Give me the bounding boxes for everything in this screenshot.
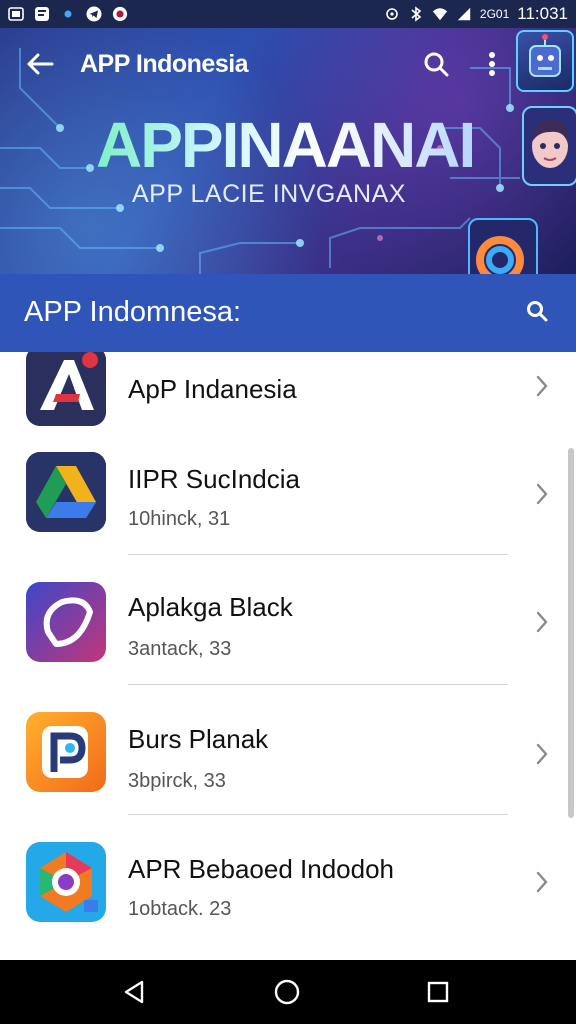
nav-home-button[interactable] bbox=[269, 974, 305, 1010]
app-meta: 1obtack. 23 bbox=[128, 898, 232, 920]
app-name: IIPR SucIndcia bbox=[128, 464, 300, 494]
list-item[interactable]: ApP Indanesia bbox=[0, 352, 576, 442]
dot-icon bbox=[60, 6, 76, 22]
search-icon bbox=[424, 52, 449, 77]
robot-illustration bbox=[516, 30, 574, 92]
nav-back-button[interactable] bbox=[116, 974, 152, 1010]
triangle-back-icon bbox=[124, 980, 144, 1004]
app-shape-icon bbox=[26, 582, 106, 662]
app-bar-title: APP Indonesia bbox=[80, 50, 249, 78]
app-name: ApP Indanesia bbox=[128, 374, 297, 404]
search-icon bbox=[527, 301, 548, 322]
status-left-icons bbox=[8, 6, 128, 22]
list-item[interactable]: Aplakga Black 3antack, 33 bbox=[0, 580, 576, 686]
list-item[interactable]: APR Bebaoed Indodoh 1obtack. 23 bbox=[0, 840, 576, 946]
more-vertical-icon bbox=[489, 52, 495, 76]
square-recents-icon bbox=[427, 981, 449, 1003]
hero-subtitle: APP LACIE INVGANAX bbox=[132, 180, 406, 208]
signal-icon bbox=[456, 6, 472, 22]
logo-ring-illustration bbox=[468, 218, 538, 274]
chevron-right-icon bbox=[528, 608, 556, 636]
notification-icon bbox=[34, 6, 50, 22]
app-meta: 3antack, 33 bbox=[128, 638, 232, 660]
avatar-illustration bbox=[522, 106, 576, 186]
chevron-right-icon bbox=[528, 868, 556, 896]
vibrate-icon bbox=[384, 6, 400, 22]
section-header: APP Indomnesa: bbox=[0, 274, 576, 352]
list-item[interactable]: Burs Planak 3bpirck, 33 bbox=[0, 710, 576, 816]
scrollbar[interactable] bbox=[568, 448, 574, 818]
circle-home-icon bbox=[274, 979, 300, 1005]
chevron-right-icon bbox=[528, 480, 556, 508]
app-name: Burs Planak bbox=[128, 724, 269, 754]
app-meta: 10hinck, 31 bbox=[128, 508, 231, 530]
app-list: ApP Indanesia IIPR SucIndcia 10hinck, 31… bbox=[0, 352, 576, 960]
more-options-button[interactable] bbox=[476, 46, 508, 82]
nav-recents-button[interactable] bbox=[420, 974, 456, 1010]
search-button[interactable] bbox=[418, 46, 454, 82]
back-button[interactable] bbox=[22, 46, 58, 82]
app-drive-icon bbox=[26, 452, 106, 532]
app-name: Aplakga Black bbox=[128, 592, 293, 622]
section-title: APP Indomnesa: bbox=[24, 296, 242, 328]
app-camera-icon bbox=[26, 842, 106, 922]
telegram-icon bbox=[86, 6, 102, 22]
app-p-icon bbox=[26, 712, 106, 792]
app-a-icon bbox=[26, 352, 106, 426]
status-right-icons: 2G01 11:03 1 bbox=[384, 4, 568, 24]
status-time: 11:03 bbox=[517, 4, 559, 23]
record-icon bbox=[112, 6, 128, 22]
section-search-button[interactable] bbox=[520, 294, 554, 328]
hero-banner: APP Indonesia APPINAANAI APP LACIE INVGA… bbox=[0, 28, 576, 274]
status-bar: 2G01 11:03 1 bbox=[0, 0, 576, 28]
hero-headline: APPINAANAI bbox=[96, 109, 476, 181]
app-name: APR Bebaoed Indodoh bbox=[128, 854, 394, 884]
status-time-suffix: 1 bbox=[558, 4, 568, 23]
wifi-icon bbox=[432, 6, 448, 22]
navigation-bar bbox=[0, 960, 576, 1024]
divider bbox=[128, 684, 508, 685]
list-item[interactable]: IIPR SucIndcia 10hinck, 31 bbox=[0, 450, 576, 556]
divider bbox=[128, 814, 508, 815]
chevron-right-icon bbox=[528, 740, 556, 768]
divider bbox=[128, 554, 508, 555]
bluetooth-icon bbox=[408, 6, 424, 22]
app-meta: 3bpirck, 33 bbox=[128, 770, 226, 792]
network-label: 2G01 bbox=[479, 7, 510, 21]
chevron-right-icon bbox=[528, 372, 556, 400]
sim-icon bbox=[8, 6, 24, 22]
arrow-left-icon bbox=[27, 53, 54, 75]
